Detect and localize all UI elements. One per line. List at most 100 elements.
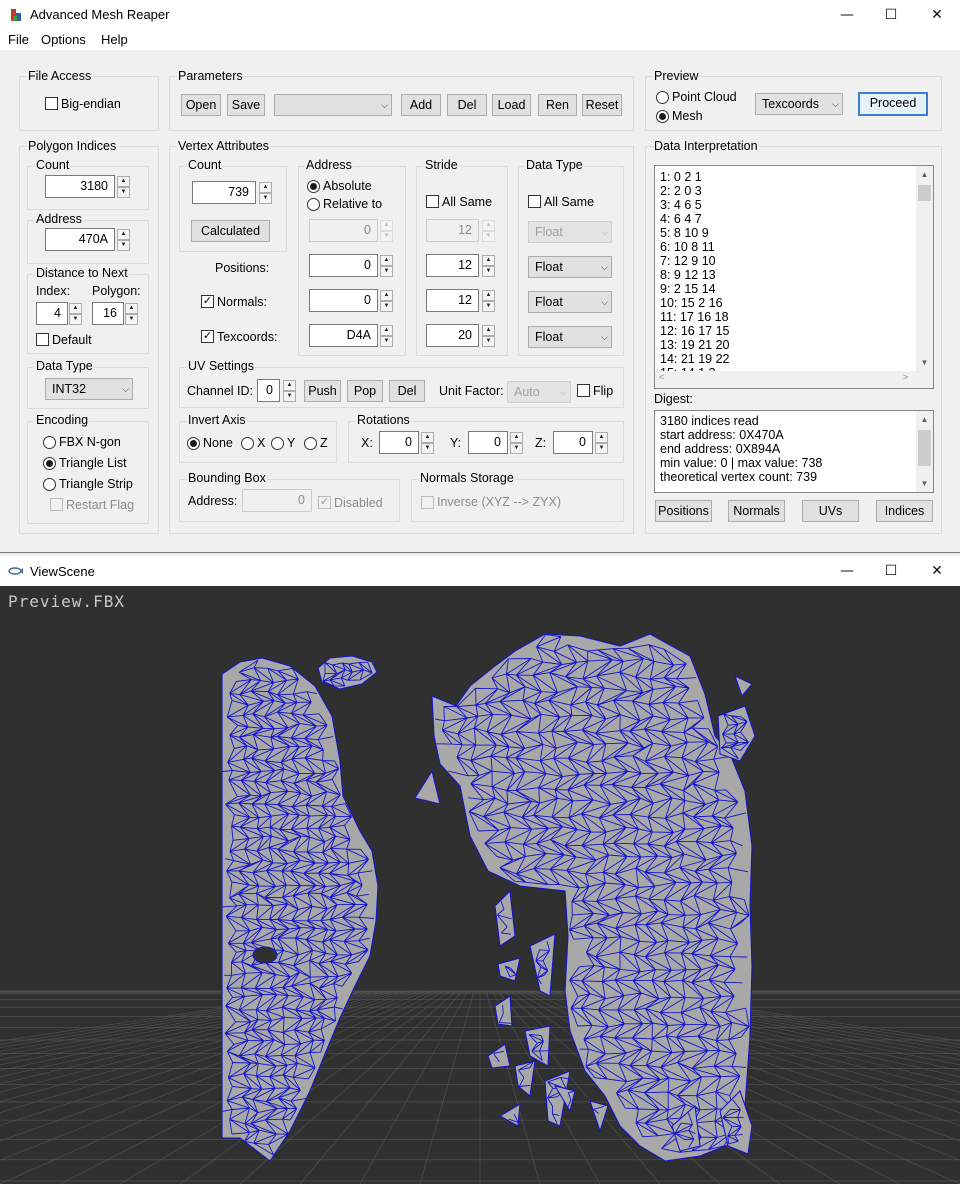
index-list-row[interactable]: 10: 15 2 16: [660, 296, 723, 310]
del-button[interactable]: Del: [447, 94, 487, 116]
rotation-x-spinner[interactable]: ▲ ▼: [421, 432, 434, 454]
scroll-left-icon[interactable]: <: [659, 372, 664, 382]
invert-z-radio[interactable]: [304, 437, 317, 450]
positions-address-field[interactable]: 0: [309, 254, 378, 277]
texcoords-address-spinner[interactable]: ▲ ▼: [380, 325, 393, 347]
index-list-row[interactable]: 7: 12 9 10: [660, 254, 716, 268]
index-list-row[interactable]: 8: 9 12 13: [660, 268, 716, 282]
save-button[interactable]: Save: [227, 94, 265, 116]
index-step-spinner[interactable]: ▲ ▼: [69, 303, 82, 325]
scroll-thumb[interactable]: [918, 185, 931, 201]
index-list-row[interactable]: 2: 2 0 3: [660, 184, 702, 198]
uv-del-button[interactable]: Del: [389, 380, 425, 402]
index-step-field[interactable]: 4: [36, 302, 68, 325]
scene-canvas[interactable]: [0, 586, 960, 1184]
indices-button[interactable]: Indices: [876, 500, 933, 522]
index-list-scrollbar[interactable]: ▲ ▼: [916, 166, 933, 371]
index-list-hscrollbar[interactable]: < >: [655, 371, 918, 388]
texcoords-stride-spinner[interactable]: ▲ ▼: [482, 325, 495, 347]
index-list-row[interactable]: 5: 8 10 9: [660, 226, 709, 240]
absolute-radio[interactable]: [307, 180, 320, 193]
vertex-count-spinner[interactable]: ▲ ▼: [259, 182, 272, 204]
index-address-field[interactable]: 470A: [45, 228, 115, 251]
scroll-down-icon[interactable]: ▼: [916, 475, 933, 492]
viewscene-close-button[interactable]: ✕: [914, 560, 960, 582]
encoding-tristrip-radio[interactable]: [43, 478, 56, 491]
scroll-thumb[interactable]: [918, 430, 931, 466]
index-data-type-select[interactable]: INT32 ⌵: [45, 378, 133, 400]
index-list-row[interactable]: 6: 10 8 11: [660, 240, 715, 254]
index-list-row[interactable]: 1: 0 2 1: [660, 170, 702, 184]
index-list-row[interactable]: 9: 2 15 14: [660, 282, 716, 296]
rotation-x-field[interactable]: 0: [379, 431, 419, 454]
open-button[interactable]: Open: [181, 94, 221, 116]
proceed-button[interactable]: Proceed: [858, 92, 928, 116]
load-button[interactable]: Load: [492, 94, 531, 116]
rotation-z-field[interactable]: 0: [553, 431, 593, 454]
3d-viewport[interactable]: Preview.FBX: [0, 586, 960, 1184]
uvs-button[interactable]: UVs: [802, 500, 859, 522]
normals-button[interactable]: Normals: [728, 500, 785, 522]
positions-type-select[interactable]: Float ⌵: [528, 256, 612, 278]
calculated-button[interactable]: Calculated: [191, 220, 270, 242]
rotation-y-spinner[interactable]: ▲ ▼: [510, 432, 523, 454]
viewscene-minimize-button[interactable]: —: [824, 560, 870, 582]
preset-select[interactable]: ⌵: [274, 94, 392, 116]
positions-stride-field[interactable]: 12: [426, 254, 479, 277]
texcoords-checkbox[interactable]: ✓: [201, 330, 214, 343]
index-count-spinner[interactable]: ▲ ▼: [117, 176, 130, 198]
digest-textbox[interactable]: 3180 indices read start address: 0X470A en…: [654, 410, 934, 493]
vertex-count-field[interactable]: 739: [192, 181, 256, 204]
normals-checkbox[interactable]: ✓: [201, 295, 214, 308]
normals-type-select[interactable]: Float ⌵: [528, 291, 612, 313]
scroll-up-icon[interactable]: ▲: [916, 166, 933, 183]
default-checkbox[interactable]: [36, 333, 49, 346]
texcoords-address-field[interactable]: D4A: [309, 324, 378, 347]
encoding-trilist-radio[interactable]: [43, 457, 56, 470]
encoding-ngon-radio[interactable]: [43, 436, 56, 449]
index-address-spinner[interactable]: ▲ ▼: [117, 229, 130, 251]
ren-button[interactable]: Ren: [538, 94, 577, 116]
normals-address-spinner[interactable]: ▲ ▼: [380, 290, 393, 312]
add-button[interactable]: Add: [401, 94, 441, 116]
flip-checkbox[interactable]: [577, 384, 590, 397]
positions-stride-spinner[interactable]: ▲ ▼: [482, 255, 495, 277]
reset-button[interactable]: Reset: [582, 94, 622, 116]
invert-y-radio[interactable]: [271, 437, 284, 450]
digest-scrollbar[interactable]: ▲ ▼: [916, 411, 933, 492]
normals-stride-field[interactable]: 12: [426, 289, 479, 312]
texcoords-stride-field[interactable]: 20: [426, 324, 479, 347]
channel-id-spinner[interactable]: ▲ ▼: [283, 380, 296, 402]
index-list-row[interactable]: 13: 19 21 20: [660, 338, 730, 352]
viewscene-maximize-button[interactable]: ☐: [868, 560, 914, 582]
scroll-up-icon[interactable]: ▲: [916, 411, 933, 428]
index-list-row[interactable]: 4: 6 4 7: [660, 212, 702, 226]
display-mode-select[interactable]: Texcoords ⌵: [755, 93, 843, 115]
rotation-z-spinner[interactable]: ▲ ▼: [595, 432, 608, 454]
uv-push-button[interactable]: Push: [304, 380, 341, 402]
invert-none-radio[interactable]: [187, 437, 200, 450]
scroll-down-icon[interactable]: ▼: [916, 354, 933, 371]
normals-stride-spinner[interactable]: ▲ ▼: [482, 290, 495, 312]
polygon-step-spinner[interactable]: ▲ ▼: [125, 303, 138, 325]
big-endian-checkbox[interactable]: [45, 97, 58, 110]
index-listbox[interactable]: 1: 0 2 1 2: 2 0 3 3: 4 6 5 4: 6 4 7 5: 8 10 …: [654, 165, 934, 389]
index-count-field[interactable]: 3180: [45, 175, 115, 198]
scroll-right-icon[interactable]: >: [903, 372, 908, 382]
channel-id-field[interactable]: 0: [257, 379, 280, 402]
index-list-row[interactable]: 3: 4 6 5: [660, 198, 702, 212]
uv-pop-button[interactable]: Pop: [347, 380, 383, 402]
rotation-y-field[interactable]: 0: [468, 431, 508, 454]
dtype-all-same-checkbox[interactable]: [528, 195, 541, 208]
invert-x-radio[interactable]: [241, 437, 254, 450]
positions-button[interactable]: Positions: [655, 500, 712, 522]
texcoords-type-select[interactable]: Float ⌵: [528, 326, 612, 348]
stride-all-same-checkbox[interactable]: [426, 195, 439, 208]
normals-address-field[interactable]: 0: [309, 289, 378, 312]
index-list-row[interactable]: 12: 16 17 15: [660, 324, 730, 338]
mesh-radio[interactable]: [656, 110, 669, 123]
point-cloud-radio[interactable]: [656, 91, 669, 104]
relative-radio[interactable]: [307, 198, 320, 211]
polygon-step-field[interactable]: 16: [92, 302, 124, 325]
index-list-row[interactable]: 14: 21 19 22: [660, 352, 730, 366]
